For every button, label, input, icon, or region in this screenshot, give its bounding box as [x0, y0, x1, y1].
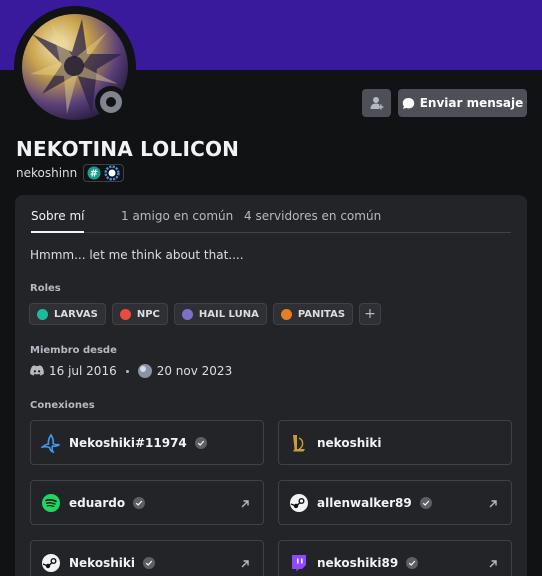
- send-message-label: Enviar mensaje: [419, 96, 524, 110]
- tab-about[interactable]: Sobre mí: [31, 209, 85, 233]
- role-color-icon: [181, 308, 193, 320]
- role-color-icon: [280, 308, 292, 320]
- connection-name: nekoshiki89: [317, 555, 399, 570]
- verified-icon: [419, 496, 432, 509]
- connection-name: Nekoshiki: [69, 555, 135, 570]
- hypesquad-icon[interactable]: #: [87, 166, 101, 180]
- twitch-icon: [289, 553, 309, 573]
- server-icon: [137, 364, 152, 378]
- battlenet-icon: [41, 433, 61, 453]
- connection-name: eduardo: [69, 495, 126, 510]
- discord-icon: [30, 365, 44, 376]
- discord-join-date: 16 jul 2016: [49, 364, 117, 378]
- profile-card: Sobre mí 1 amigo en común 4 servidores e…: [15, 195, 527, 576]
- tab-mutual-friends[interactable]: 1 amigo en común: [121, 209, 233, 223]
- separator-dot: [125, 369, 129, 373]
- member-since-row: 16 jul 2016 20 nov 2023: [30, 364, 232, 378]
- send-message-button[interactable]: Enviar mensaje: [398, 89, 527, 117]
- svg-text:#: #: [90, 169, 98, 180]
- role-chip[interactable]: PANITAS: [272, 303, 354, 325]
- role-name: PANITAS: [297, 308, 346, 320]
- role-name: LARVAS: [54, 308, 98, 320]
- role-color-icon: [119, 308, 131, 320]
- chat-bubble-icon: [402, 97, 414, 109]
- connection-battlenet[interactable]: Nekoshiki#11974: [30, 420, 264, 465]
- external-link-icon[interactable]: [487, 555, 499, 574]
- connection-name: allenwalker89: [317, 495, 412, 510]
- badge-list: #: [83, 164, 125, 182]
- server-join-date: 20 nov 2023: [156, 364, 233, 378]
- connection-twitch[interactable]: nekoshiki89: [278, 540, 512, 576]
- spotify-icon: [41, 493, 61, 513]
- nitro-badge-icon[interactable]: [104, 165, 120, 181]
- connection-spotify[interactable]: eduardo: [30, 480, 264, 525]
- connection-steam[interactable]: Nekoshiki: [30, 540, 264, 576]
- verified-icon: [142, 556, 155, 569]
- connections-title: Conexiones: [30, 400, 95, 411]
- username[interactable]: nekoshinn: [16, 166, 77, 180]
- username-row: nekoshinn #: [16, 164, 125, 182]
- verified-icon: [406, 556, 419, 569]
- member-since-title: Miembro desde: [30, 345, 117, 356]
- verified-icon: [194, 436, 207, 449]
- role-chip[interactable]: HAIL LUNA: [173, 303, 267, 325]
- profile-tabs: Sobre mí 1 amigo en común 4 servidores e…: [31, 195, 511, 233]
- add-role-button[interactable]: +: [359, 303, 382, 325]
- verified-icon: [133, 496, 146, 509]
- roles-title: Roles: [30, 283, 61, 294]
- role-name: NPC: [136, 308, 160, 320]
- role-list: LARVAS NPC HAIL LUNA PANITAS +: [29, 303, 382, 325]
- tab-mutual-servers[interactable]: 4 servidores en común: [244, 209, 381, 223]
- external-link-icon[interactable]: [239, 555, 251, 574]
- steam-icon: [41, 553, 61, 573]
- display-name: NEKOTINA LOLICON: [16, 137, 240, 161]
- league-icon: [289, 433, 309, 453]
- role-chip[interactable]: NPC: [111, 303, 168, 325]
- external-link-icon[interactable]: [239, 495, 251, 514]
- steam-icon: [289, 493, 309, 513]
- status-offline-icon: [100, 91, 122, 113]
- connection-name: Nekoshiki#11974: [69, 435, 187, 450]
- role-chip[interactable]: LARVAS: [29, 303, 106, 325]
- add-friend-icon: [370, 97, 383, 110]
- role-color-icon: [37, 308, 48, 320]
- role-name: HAIL LUNA: [198, 308, 259, 320]
- add-friend-button[interactable]: [362, 89, 391, 117]
- about-text: Hmmm... let me think about that....: [30, 248, 244, 262]
- connection-steam[interactable]: allenwalker89: [278, 480, 512, 525]
- connection-name: nekoshiki: [317, 435, 382, 450]
- external-link-icon[interactable]: [487, 495, 499, 514]
- connection-league[interactable]: nekoshiki: [278, 420, 512, 465]
